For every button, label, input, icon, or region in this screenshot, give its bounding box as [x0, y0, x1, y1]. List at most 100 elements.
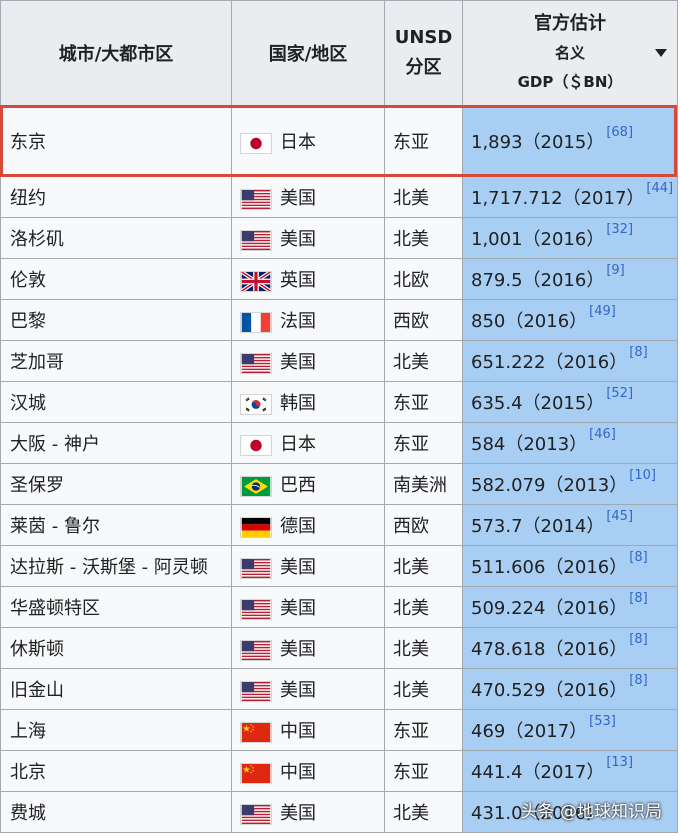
brazil-flag-icon — [240, 475, 272, 497]
gdp-value: 469（2017） — [471, 721, 588, 742]
city-cell[interactable]: 上海 — [0, 709, 232, 751]
header-country[interactable]: 国家/地区 — [231, 0, 385, 106]
header-gdp-line1: 官方估计 — [534, 13, 606, 34]
citation-link[interactable]: [49] — [589, 304, 616, 319]
gdp-cell: 1,893（2015） [68] — [462, 105, 678, 177]
gdp-value: 1,893（2015） — [471, 132, 605, 153]
country-cell: 英国 — [231, 258, 385, 300]
usa-flag-icon — [240, 639, 272, 661]
table-row: 东京 日本 东亚 1,893（2015） [68] — [0, 105, 678, 177]
country-name[interactable]: 中国 — [280, 721, 316, 742]
city-cell[interactable]: 莱茵 - 鲁尔 — [0, 504, 232, 546]
citation-link[interactable]: [44] — [646, 181, 673, 196]
citation-link[interactable]: [68] — [606, 125, 633, 140]
city-cell[interactable]: 旧金山 — [0, 668, 232, 710]
city-cell[interactable]: 圣保罗 — [0, 463, 232, 505]
citation-link[interactable]: [53] — [589, 714, 616, 729]
country-cell: 中国 — [231, 709, 385, 751]
city-cell[interactable]: 休斯顿 — [0, 627, 232, 669]
city-cell[interactable]: 达拉斯 - 沃斯堡 - 阿灵顿 — [0, 545, 232, 587]
country-cell: 美国 — [231, 791, 385, 833]
citation-link[interactable]: [52] — [606, 386, 633, 401]
gdp-value: 511.606（2016） — [471, 557, 628, 578]
city-cell[interactable]: 东京 — [0, 105, 232, 177]
citation-link[interactable]: [8] — [629, 345, 647, 360]
country-name[interactable]: 法国 — [280, 311, 316, 332]
country-name[interactable]: 美国 — [280, 680, 316, 701]
citation-link[interactable]: [8] — [629, 632, 647, 647]
citation-link[interactable]: [9] — [606, 263, 624, 278]
country-cell: 日本 — [231, 422, 385, 464]
region-cell: 西欧 — [384, 504, 463, 546]
city-cell[interactable]: 费城 — [0, 791, 232, 833]
korea-flag-icon — [240, 393, 272, 415]
city-cell[interactable]: 伦敦 — [0, 258, 232, 300]
gdp-value: 573.7（2014） — [471, 516, 605, 537]
usa-flag-icon — [240, 352, 272, 374]
gdp-value: 850（2016） — [471, 311, 588, 332]
table-row: 北京 中国 东亚 441.4（2017） [13] — [0, 750, 678, 792]
city-cell[interactable]: 纽约 — [0, 176, 232, 218]
japan-flag-icon — [240, 132, 272, 154]
country-name[interactable]: 美国 — [280, 639, 316, 660]
country-name[interactable]: 美国 — [280, 229, 316, 250]
gdp-table: 城市/大都市区 国家/地区 UNSD 分区 官方估计 名义 GDP（＄BN） 东… — [0, 0, 678, 833]
citation-link[interactable]: [8] — [629, 550, 647, 565]
region-cell: 北美 — [384, 545, 463, 587]
usa-flag-icon — [240, 557, 272, 579]
table-row: 巴黎 法国 西欧 850（2016） [49] — [0, 299, 678, 341]
citation-link[interactable]: [13] — [606, 755, 633, 770]
country-name[interactable]: 美国 — [280, 352, 316, 373]
citation-link[interactable]: [45] — [606, 509, 633, 524]
table-row: 莱茵 - 鲁尔 德国 西欧 573.7（2014） [45] — [0, 504, 678, 546]
country-cell: 美国 — [231, 340, 385, 382]
country-name[interactable]: 韩国 — [280, 393, 316, 414]
city-cell[interactable]: 华盛顿特区 — [0, 586, 232, 628]
gdp-cell: 511.606（2016） [8] — [462, 545, 678, 587]
country-name[interactable]: 美国 — [280, 188, 316, 209]
citation-link[interactable]: [8] — [629, 591, 647, 606]
country-name[interactable]: 巴西 — [280, 475, 316, 496]
header-row: 城市/大都市区 国家/地区 UNSD 分区 官方估计 名义 GDP（＄BN） — [0, 0, 678, 106]
usa-flag-icon — [240, 680, 272, 702]
country-cell: 德国 — [231, 504, 385, 546]
usa-flag-icon — [240, 229, 272, 251]
gdp-value: 470.529（2016） — [471, 680, 628, 701]
citation-link[interactable]: [8] — [629, 673, 647, 688]
header-gdp-line3: GDP（＄BN） — [517, 73, 623, 91]
country-cell: 美国 — [231, 217, 385, 259]
city-cell[interactable]: 北京 — [0, 750, 232, 792]
sort-down-icon[interactable] — [655, 49, 667, 57]
region-cell: 西欧 — [384, 299, 463, 341]
gdp-cell: 478.618（2016） [8] — [462, 627, 678, 669]
citation-link[interactable]: [46] — [589, 427, 616, 442]
country-cell: 美国 — [231, 668, 385, 710]
gdp-cell: 509.224（2016） [8] — [462, 586, 678, 628]
usa-flag-icon — [240, 803, 272, 825]
country-name[interactable]: 英国 — [280, 270, 316, 291]
citation-link[interactable]: [10] — [629, 468, 656, 483]
city-cell[interactable]: 洛杉矶 — [0, 217, 232, 259]
city-cell[interactable]: 芝加哥 — [0, 340, 232, 382]
city-cell[interactable]: 汉城 — [0, 381, 232, 423]
country-name[interactable]: 美国 — [280, 598, 316, 619]
region-cell: 东亚 — [384, 381, 463, 423]
citation-link[interactable]: [32] — [606, 222, 633, 237]
country-name[interactable]: 美国 — [280, 803, 316, 824]
city-cell[interactable]: 大阪 - 神户 — [0, 422, 232, 464]
region-cell: 北美 — [384, 668, 463, 710]
city-cell[interactable]: 巴黎 — [0, 299, 232, 341]
country-cell: 中国 — [231, 750, 385, 792]
country-name[interactable]: 日本 — [280, 434, 316, 455]
header-region[interactable]: UNSD 分区 — [384, 0, 463, 106]
gdp-value: 1,717.712（2017） — [471, 188, 645, 209]
country-name[interactable]: 美国 — [280, 557, 316, 578]
country-cell: 法国 — [231, 299, 385, 341]
header-gdp[interactable]: 官方估计 名义 GDP（＄BN） — [462, 0, 678, 106]
germany-flag-icon — [240, 516, 272, 538]
country-name[interactable]: 德国 — [280, 516, 316, 537]
country-name[interactable]: 日本 — [280, 132, 316, 153]
header-city[interactable]: 城市/大都市区 — [0, 0, 232, 106]
country-name[interactable]: 中国 — [280, 762, 316, 783]
gdp-value: 509.224（2016） — [471, 598, 628, 619]
